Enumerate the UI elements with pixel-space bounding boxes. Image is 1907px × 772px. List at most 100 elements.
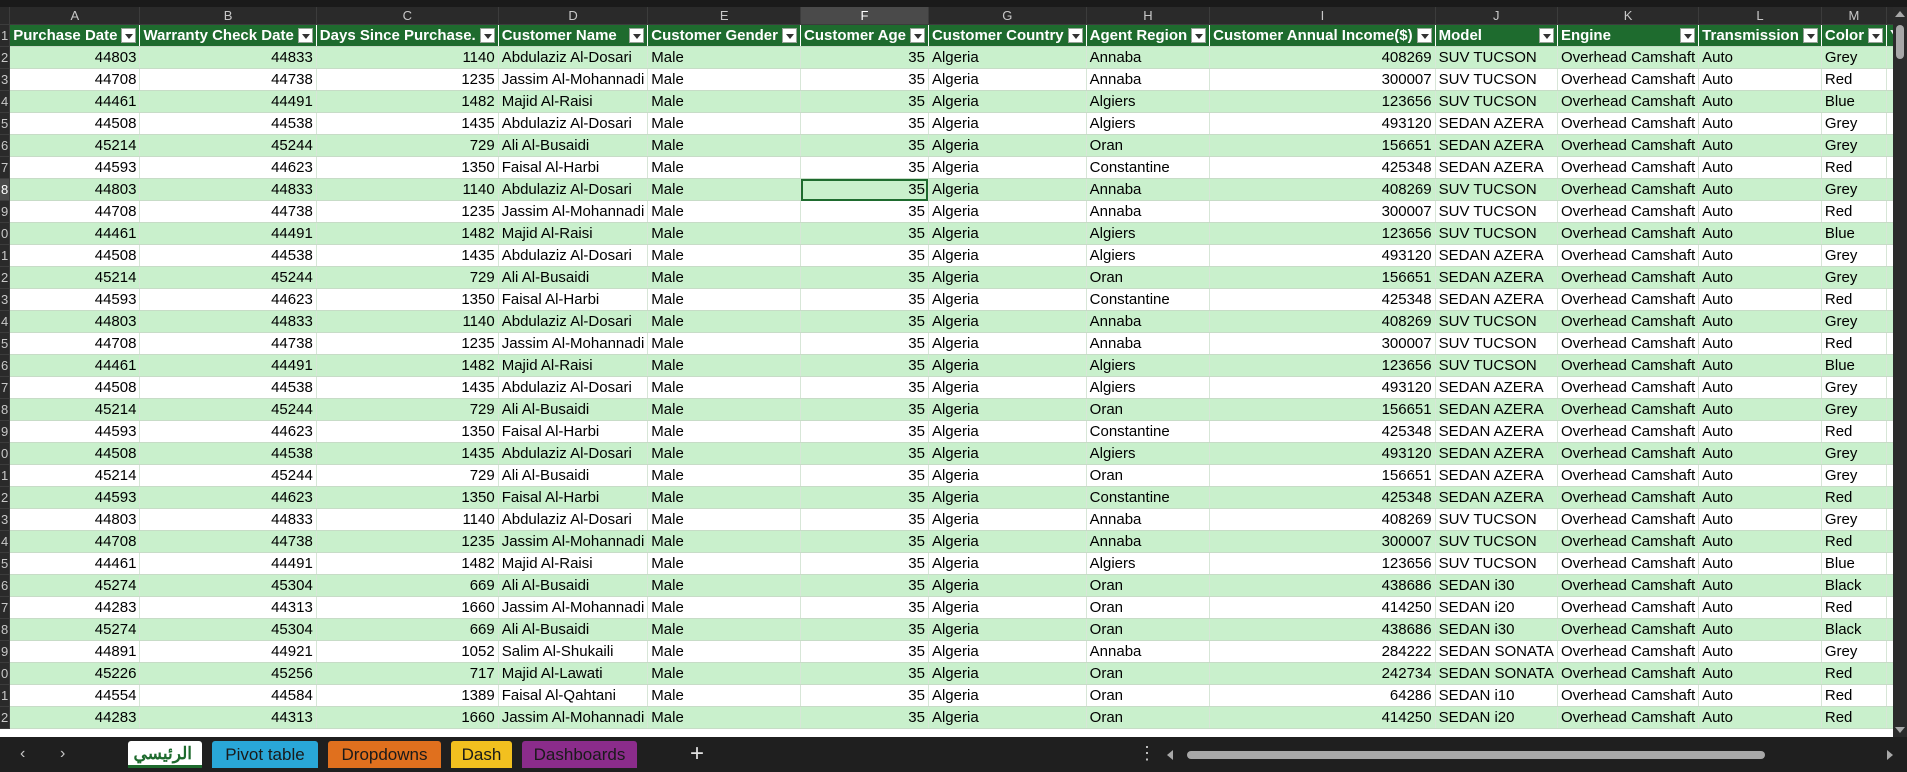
cell-e[interactable]: Male bbox=[647, 90, 801, 113]
row-number[interactable]: 9 bbox=[0, 640, 11, 663]
cell-j[interactable]: SUV TUCSON bbox=[1435, 552, 1558, 575]
cell-l[interactable]: Auto bbox=[1698, 288, 1822, 311]
cell-d[interactable]: Majid Al-Raisi bbox=[498, 222, 649, 245]
cell-m[interactable]: Grey bbox=[1821, 398, 1888, 421]
cell-k[interactable]: Overhead Camshaft bbox=[1557, 552, 1700, 575]
cell-l[interactable]: Auto bbox=[1698, 662, 1822, 685]
vertical-scrollbar[interactable] bbox=[1893, 7, 1907, 737]
cell-f[interactable]: 35 bbox=[800, 332, 929, 355]
cell-d[interactable]: Ali Al-Busaidi bbox=[498, 134, 649, 157]
cell-i[interactable]: 425348 bbox=[1209, 420, 1436, 443]
cell-a[interactable]: 44708 bbox=[9, 200, 141, 223]
cell-j[interactable]: SUV TUCSON bbox=[1435, 178, 1558, 201]
cell-l[interactable]: Auto bbox=[1698, 442, 1822, 465]
cell-f[interactable]: 35 bbox=[800, 486, 929, 509]
cell-d[interactable]: Jassim Al-Mohannadi bbox=[498, 68, 649, 91]
cell-j[interactable]: SEDAN i30 bbox=[1435, 574, 1558, 597]
cell-m[interactable]: Blue bbox=[1821, 222, 1888, 245]
cell-k[interactable]: Overhead Camshaft bbox=[1557, 222, 1700, 245]
cell-h[interactable]: Algiers bbox=[1086, 90, 1211, 113]
cell-b[interactable]: 45244 bbox=[139, 464, 317, 487]
cell-d[interactable]: Abdulaziz Al-Dosari bbox=[498, 508, 649, 531]
cell-f[interactable]: 35 bbox=[800, 618, 929, 641]
cell-f[interactable]: 35 bbox=[800, 398, 929, 421]
cell-k[interactable]: Overhead Camshaft bbox=[1557, 442, 1700, 465]
row-number[interactable]: 6 bbox=[0, 574, 11, 597]
cell-e[interactable]: Male bbox=[647, 46, 801, 69]
filter-dropdown-icon[interactable] bbox=[1868, 28, 1884, 43]
cell-b[interactable]: 44623 bbox=[139, 486, 317, 509]
cell-i[interactable]: 156651 bbox=[1209, 266, 1436, 289]
prev-sheet-arrow-icon[interactable]: ‹ bbox=[20, 745, 25, 763]
cell-e[interactable]: Male bbox=[647, 464, 801, 487]
cell-f[interactable]: 35 bbox=[800, 574, 929, 597]
header-transmission[interactable]: Transmission bbox=[1698, 24, 1822, 47]
cell-d[interactable]: Ali Al-Busaidi bbox=[498, 618, 649, 641]
cell-e[interactable]: Male bbox=[647, 420, 801, 443]
cell-j[interactable]: SEDAN i10 bbox=[1435, 684, 1558, 707]
cell-a[interactable]: 44508 bbox=[9, 112, 141, 135]
cell-l[interactable]: Auto bbox=[1698, 178, 1822, 201]
cell-f[interactable]: 35 bbox=[800, 464, 929, 487]
scroll-down-arrow-icon[interactable] bbox=[1895, 727, 1905, 733]
cell-d[interactable]: Faisal Al-Qahtani bbox=[498, 684, 649, 707]
cell-f[interactable]: 35 bbox=[800, 266, 929, 289]
cell-m[interactable]: Red bbox=[1821, 662, 1888, 685]
cell-g[interactable]: Algeria bbox=[928, 662, 1087, 685]
cell-i[interactable]: 493120 bbox=[1209, 112, 1436, 135]
cell-h[interactable]: Constantine bbox=[1086, 420, 1211, 443]
cell-c[interactable]: 1350 bbox=[316, 156, 499, 179]
column-header-j[interactable]: J bbox=[1435, 7, 1558, 25]
row-number[interactable]: 0 bbox=[0, 222, 11, 245]
cell-m[interactable]: Red bbox=[1821, 684, 1888, 707]
cell-f[interactable]: 35 bbox=[800, 640, 929, 663]
filter-dropdown-icon[interactable] bbox=[629, 28, 645, 43]
cell-b[interactable]: 44833 bbox=[139, 508, 317, 531]
cell-c[interactable]: 1052 bbox=[316, 640, 499, 663]
cell-i[interactable]: 123656 bbox=[1209, 354, 1436, 377]
cell-f[interactable]: 35 bbox=[800, 420, 929, 443]
cell-h[interactable]: Annaba bbox=[1086, 508, 1211, 531]
filter-dropdown-icon[interactable] bbox=[121, 28, 137, 43]
column-header-e[interactable]: E bbox=[647, 7, 801, 25]
cell-h[interactable]: Annaba bbox=[1086, 310, 1211, 333]
cell-a[interactable]: 44803 bbox=[9, 178, 141, 201]
cell-a[interactable]: 44283 bbox=[9, 596, 141, 619]
cell-a[interactable]: 44593 bbox=[9, 420, 141, 443]
cell-g[interactable]: Algeria bbox=[928, 508, 1087, 531]
cell-d[interactable]: Ali Al-Busaidi bbox=[498, 574, 649, 597]
cell-e[interactable]: Male bbox=[647, 640, 801, 663]
cell-g[interactable]: Algeria bbox=[928, 134, 1087, 157]
cell-h[interactable]: Oran bbox=[1086, 662, 1211, 685]
cell-m[interactable]: Blue bbox=[1821, 90, 1888, 113]
column-header-k[interactable]: K bbox=[1557, 7, 1700, 25]
cell-l[interactable]: Auto bbox=[1698, 244, 1822, 267]
cell-j[interactable]: SUV TUCSON bbox=[1435, 530, 1558, 553]
cell-b[interactable]: 44623 bbox=[139, 288, 317, 311]
cell-e[interactable]: Male bbox=[647, 486, 801, 509]
cell-a[interactable]: 45214 bbox=[9, 464, 141, 487]
cell-f[interactable]: 35 bbox=[800, 68, 929, 91]
cell-c[interactable]: 1140 bbox=[316, 310, 499, 333]
row-number[interactable]: 1 bbox=[0, 464, 11, 487]
cell-a[interactable]: 44803 bbox=[9, 508, 141, 531]
cell-l[interactable]: Auto bbox=[1698, 640, 1822, 663]
cell-i[interactable]: 438686 bbox=[1209, 574, 1436, 597]
cell-e[interactable]: Male bbox=[647, 156, 801, 179]
cell-a[interactable]: 44461 bbox=[9, 222, 141, 245]
row-number[interactable]: 5 bbox=[0, 552, 11, 575]
cell-l[interactable]: Auto bbox=[1698, 156, 1822, 179]
cell-e[interactable]: Male bbox=[647, 530, 801, 553]
cell-g[interactable]: Algeria bbox=[928, 640, 1087, 663]
cell-j[interactable]: SEDAN AZERA bbox=[1435, 464, 1558, 487]
header-customer-gender[interactable]: Customer Gender bbox=[647, 24, 801, 47]
cell-b[interactable]: 44738 bbox=[139, 530, 317, 553]
cell-m[interactable]: Grey bbox=[1821, 464, 1888, 487]
cell-f[interactable]: 35 bbox=[800, 222, 929, 245]
cell-k[interactable]: Overhead Camshaft bbox=[1557, 178, 1700, 201]
cell-f[interactable]: 35 bbox=[800, 288, 929, 311]
row-number[interactable]: 7 bbox=[0, 596, 11, 619]
row-number[interactable]: 7 bbox=[0, 156, 11, 179]
cell-e[interactable]: Male bbox=[647, 552, 801, 575]
cell-k[interactable]: Overhead Camshaft bbox=[1557, 464, 1700, 487]
